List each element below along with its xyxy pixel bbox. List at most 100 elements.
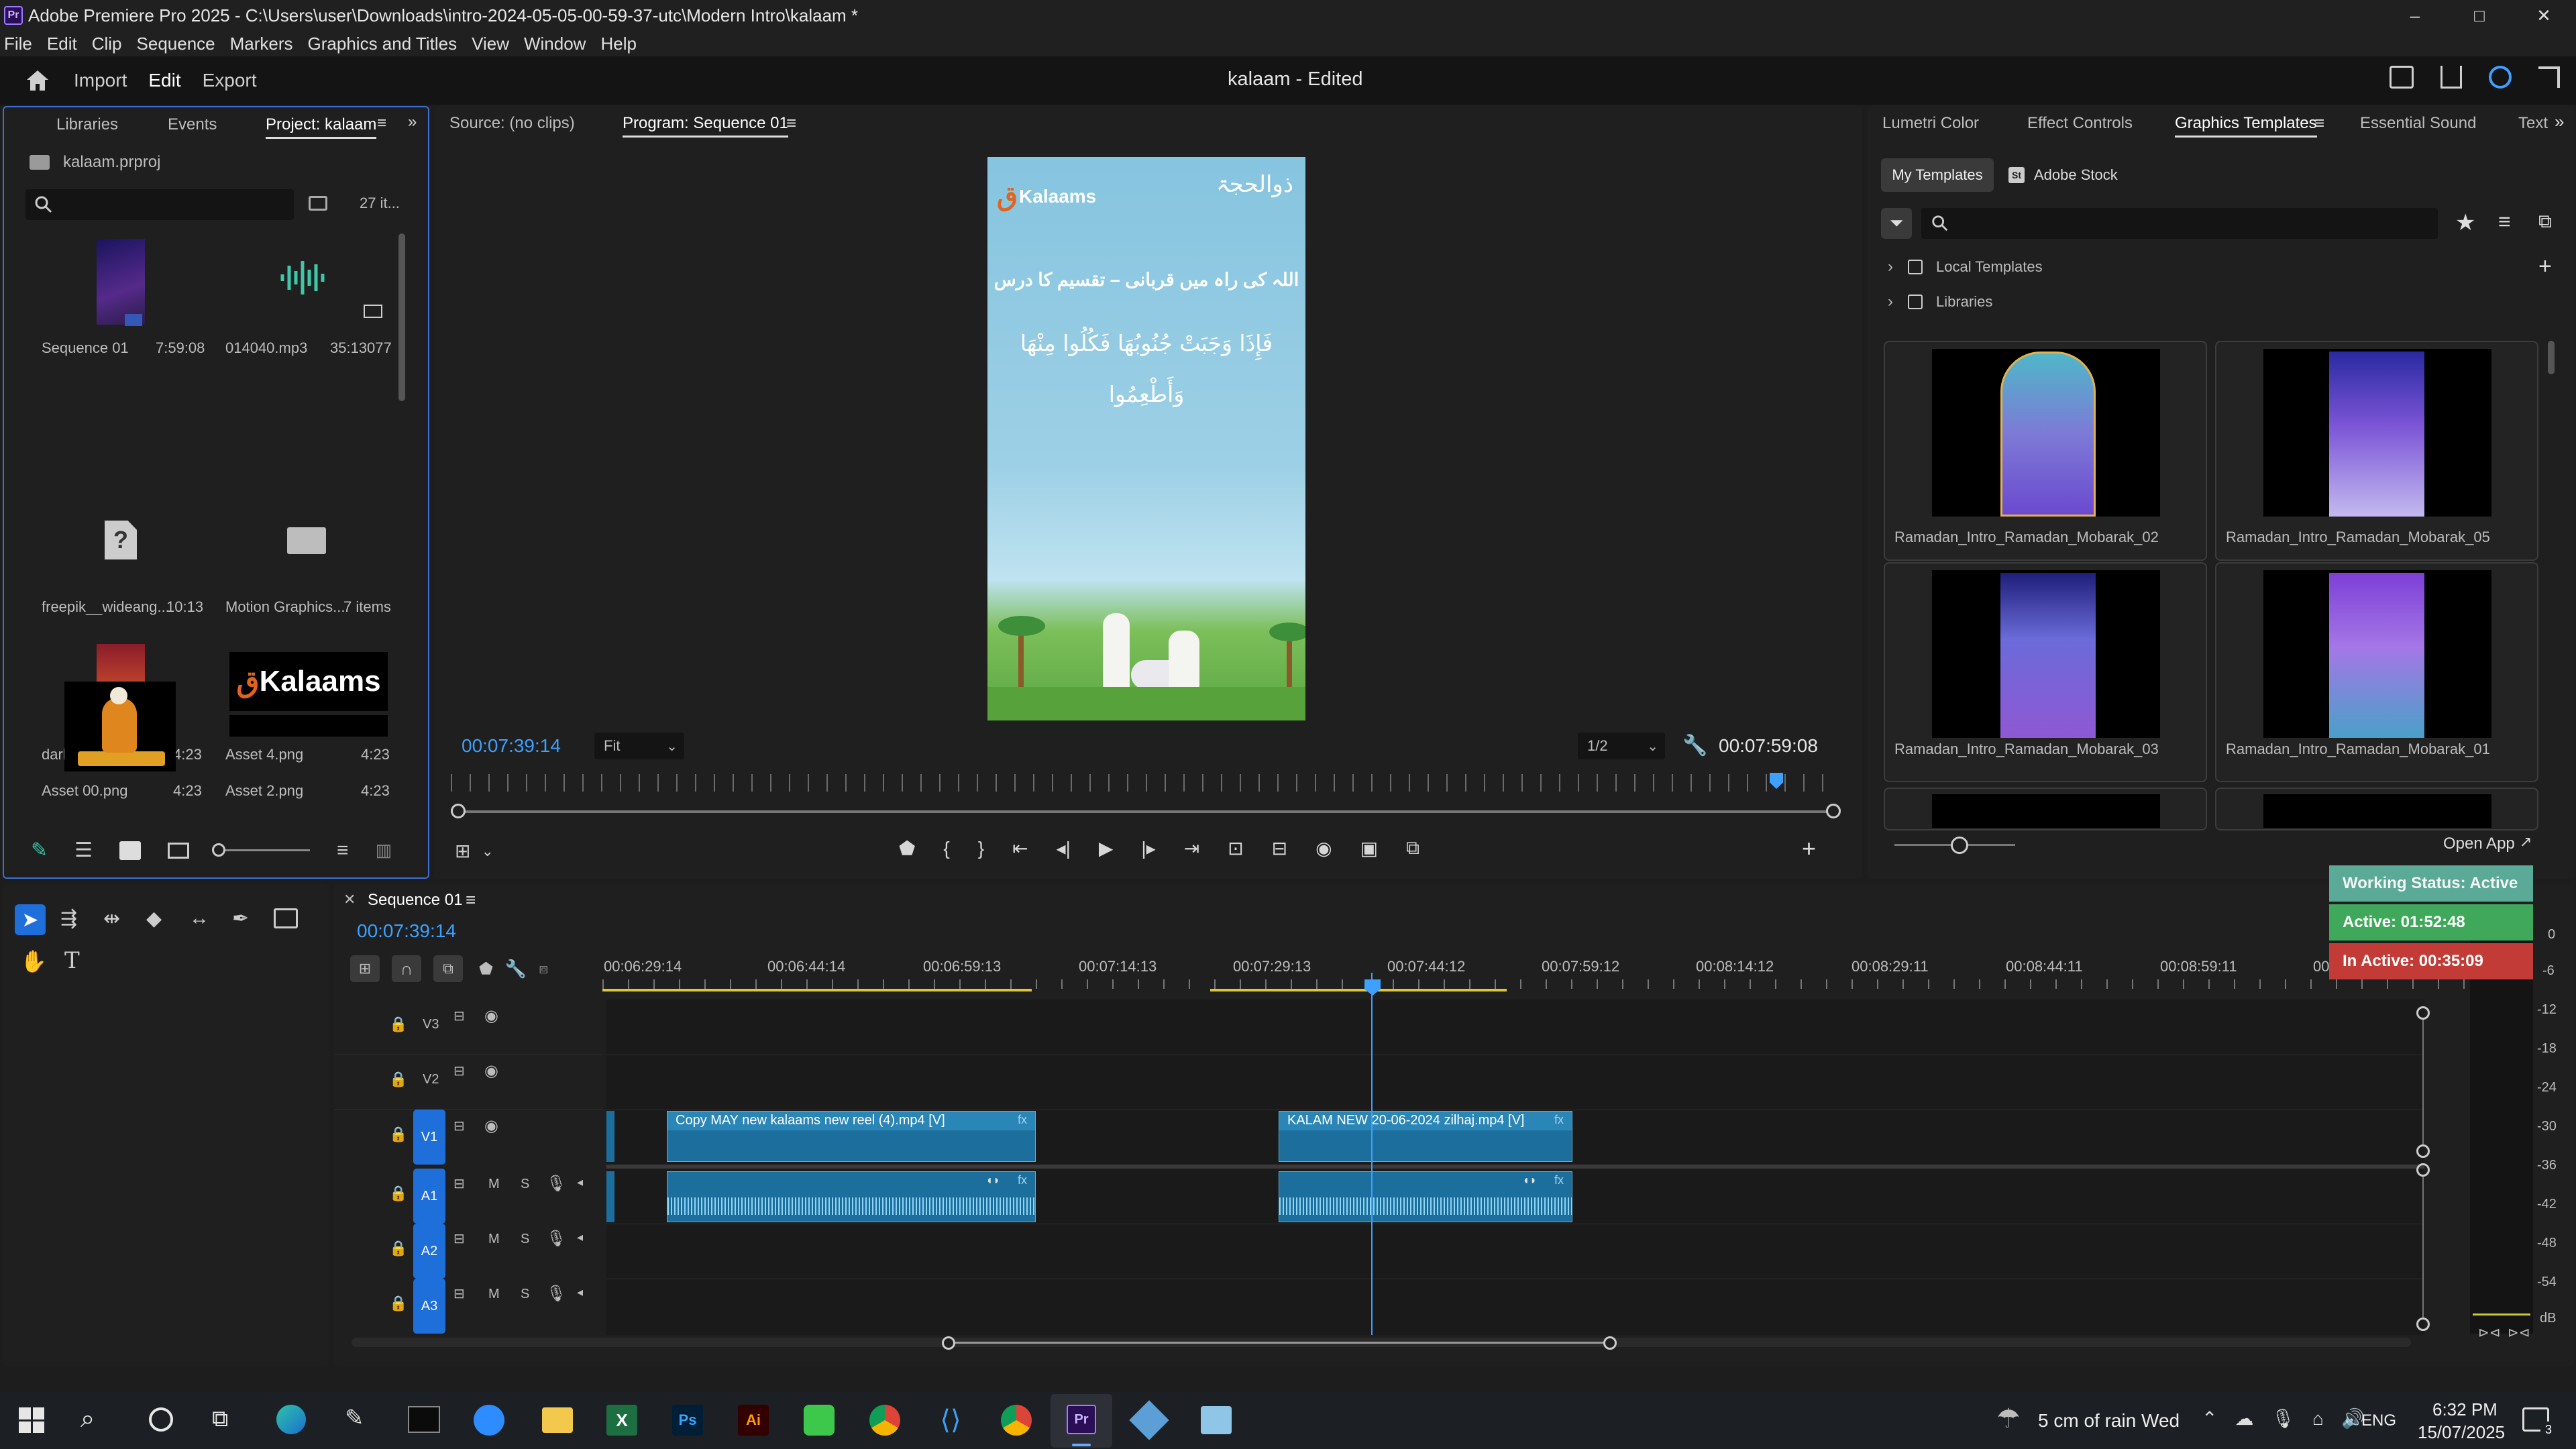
video-clip[interactable]: KALAM NEW 20-06-2024 zilhaj.mp4 [V] fx <box>1279 1111 1572 1162</box>
photoshop-icon[interactable]: Ps <box>672 1405 703 1436</box>
template-tile[interactable]: Ramadan_Intro_Ramadan_Mobarak_02 <box>1884 341 2207 561</box>
overwrite-icon[interactable]: ⊟ <box>1272 837 1287 859</box>
tab-graphics-templates[interactable]: Graphics Templates <box>2175 114 2317 138</box>
network-icon[interactable]: ⌂ <box>2312 1408 2324 1430</box>
project-scrollbar[interactable] <box>398 233 405 401</box>
tab-essential-sound[interactable]: Essential Sound <box>2360 114 2476 133</box>
mute-button[interactable]: M <box>488 1177 500 1192</box>
quick-export-icon[interactable] <box>2390 66 2414 89</box>
track-id[interactable]: A2 <box>413 1224 445 1279</box>
filter-icon[interactable]: ⏷ <box>1881 208 1912 239</box>
toggle-proxies-icon[interactable]: ⧉ <box>1406 837 1419 859</box>
scroll-handle-left[interactable] <box>942 1336 955 1350</box>
rectangle-icon[interactable] <box>274 908 298 928</box>
add-button-icon[interactable]: + <box>1802 835 1816 863</box>
export-frame-icon[interactable]: ◉ <box>1316 837 1332 859</box>
tab-source[interactable]: Source: (no clips) <box>449 114 575 133</box>
go-to-in-icon[interactable]: ⇤ <box>1012 837 1028 859</box>
project-item[interactable]: 014040.mp3 35:13077 <box>212 239 407 386</box>
timeline-playhead-line[interactable] <box>1371 973 1373 1335</box>
compare-view-icon[interactable]: ▣ <box>1360 837 1378 859</box>
meter-solo-right-icon[interactable]: ⊳⊲ <box>2508 1324 2530 1341</box>
eye-icon[interactable]: ◉ <box>484 1061 498 1081</box>
track-id[interactable]: A3 <box>413 1279 445 1334</box>
wrench-icon[interactable]: 🔧 <box>1682 734 1707 757</box>
pencil-icon[interactable]: ✎ <box>31 839 48 862</box>
template-tile[interactable] <box>1884 788 2207 830</box>
program-ruler[interactable] <box>451 774 1839 792</box>
windows-start-icon[interactable] <box>19 1407 44 1433</box>
lock-icon[interactable]: 🔒 <box>389 1071 407 1088</box>
clock-date[interactable]: 15/07/2025 <box>2418 1422 2505 1443</box>
captions-icon[interactable]: ⧈ <box>539 960 548 977</box>
tab-effect-controls[interactable]: Effect Controls <box>2027 114 2133 133</box>
list-icon[interactable]: ≡ <box>2498 209 2511 234</box>
project-item[interactable]: Asset 2.png 4:23 <box>212 682 407 829</box>
tab-text[interactable]: Text <box>2518 114 2548 133</box>
menu-help[interactable]: Help <box>600 34 636 54</box>
thumbnail-size-slider[interactable] <box>1894 837 2015 854</box>
razor-icon[interactable]: ◆ <box>146 907 162 930</box>
graphics-menu-icon[interactable]: ≡ <box>2314 113 2324 133</box>
track-area[interactable]: Copy MAY new kalaams new reel (4).mp4 [V… <box>606 973 2424 1335</box>
templates-scrollbar[interactable] <box>2548 341 2555 374</box>
resolution-dropdown[interactable]: 1/2 ⌄ <box>1578 733 1665 759</box>
audio-clip[interactable]: fx ◖◗ <box>1279 1171 1572 1222</box>
mic-tray-icon[interactable]: 🎙 <box>2271 1407 2295 1430</box>
sync-icon[interactable]: ⊟ <box>453 1230 465 1247</box>
project-item[interactable]: Motion Graphics... 7 items <box>212 386 407 615</box>
illustrator-icon[interactable]: Ai <box>738 1405 769 1436</box>
lock-icon[interactable]: 🔒 <box>389 1016 407 1033</box>
phone-app-icon[interactable] <box>804 1405 835 1436</box>
slip-icon[interactable]: ↔ <box>189 907 209 930</box>
terminal-icon[interactable] <box>408 1406 440 1433</box>
template-tile[interactable]: Ramadan_Intro_Ramadan_Mobarak_05 <box>2215 341 2538 561</box>
eye-icon[interactable]: ◉ <box>484 1116 498 1136</box>
add-marker-icon[interactable]: ⬟ <box>899 837 915 859</box>
insert-icon[interactable]: ⊡ <box>1228 837 1243 859</box>
close-sequence-icon[interactable]: ✕ <box>343 891 356 908</box>
tab-import[interactable]: Import <box>74 70 127 91</box>
project-item[interactable]: Sequence 01 7:59:08 <box>17 239 205 386</box>
home-icon[interactable] <box>23 66 52 95</box>
vertical-zoom-handle[interactable] <box>2416 1144 2430 1158</box>
vertical-zoom-handle[interactable] <box>2416 1163 2430 1177</box>
timeline-timecode[interactable]: 00:07:39:14 <box>357 920 456 942</box>
microphone-icon[interactable]: 🎙 <box>546 1229 566 1248</box>
program-scrollbar[interactable] <box>458 810 1834 813</box>
edge-icon[interactable] <box>276 1405 306 1434</box>
sync-icon[interactable]: ⊟ <box>453 1175 465 1192</box>
panel-menu-icon[interactable]: ≡ <box>377 114 386 133</box>
weather-icon[interactable]: ☂ <box>1996 1403 2021 1434</box>
menu-graphics[interactable]: Graphics and Titles <box>308 34 458 54</box>
go-to-out-icon[interactable]: ⇥ <box>1184 837 1199 859</box>
share-icon[interactable] <box>2440 66 2462 89</box>
type-tool-icon[interactable]: T <box>64 947 80 974</box>
sync-icon[interactable]: ⊟ <box>453 1118 465 1134</box>
track-select-icon[interactable]: ⇶ <box>60 907 77 930</box>
list-view-icon[interactable]: ☰ <box>74 839 93 862</box>
audio-clip[interactable]: fx ◖◗ <box>667 1171 1036 1222</box>
video-clip[interactable]: Copy MAY new kalaams new reel (4).mp4 [V… <box>667 1111 1036 1162</box>
solo-button[interactable]: S <box>521 1232 529 1247</box>
adobe-stock-tab[interactable]: St Adobe Stock <box>1999 158 2120 192</box>
track-id[interactable]: A1 <box>413 1169 445 1224</box>
lock-icon[interactable]: 🔒 <box>389 1126 407 1143</box>
mute-button[interactable]: M <box>488 1287 500 1302</box>
tab-edit[interactable]: Edit <box>148 70 180 91</box>
play-icon[interactable]: ▶ <box>1099 837 1114 859</box>
menu-file[interactable]: File <box>4 34 32 54</box>
ripple-edit-icon[interactable]: ⇹ <box>103 907 120 930</box>
fullscreen-icon[interactable] <box>2538 66 2560 88</box>
volume-triangle-icon[interactable]: ◂ <box>577 1285 583 1299</box>
weather-text[interactable]: 5 cm of rain Wed <box>2038 1410 2180 1432</box>
close-button[interactable]: ✕ <box>2512 0 2576 31</box>
automate-icon[interactable]: ▥ <box>376 840 392 861</box>
program-timecode[interactable]: 00:07:39:14 <box>462 735 561 757</box>
tab-lumetri[interactable]: Lumetri Color <box>1882 114 1979 133</box>
maximize-button[interactable]: □ <box>2447 0 2512 31</box>
sequence-menu-icon[interactable]: ≡ <box>466 890 476 910</box>
tab-project[interactable]: Project: kalaam <box>266 115 377 139</box>
sequence-tab[interactable]: Sequence 01 <box>368 891 462 910</box>
vscode-icon[interactable]: ⟨⟩ <box>935 1405 966 1436</box>
